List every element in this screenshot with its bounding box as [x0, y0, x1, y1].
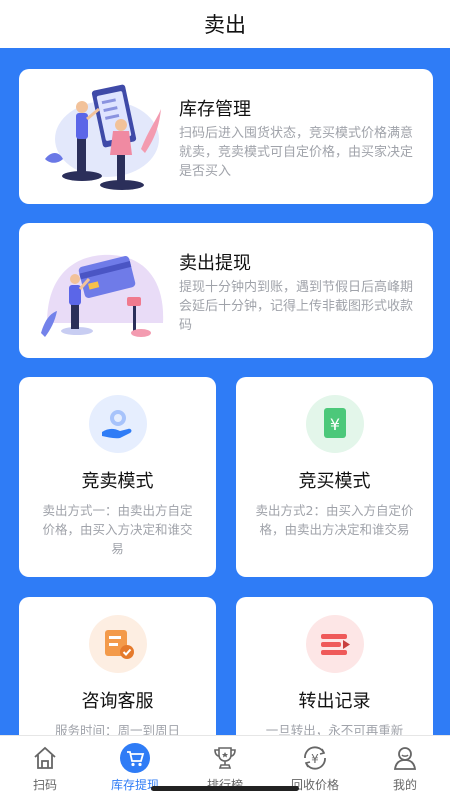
withdraw-card[interactable]: 卖出提现 提现十分钟内到账，遇到节假日后高峰期会延后十分钟，记得上传非截图形式收…	[19, 223, 433, 358]
yen-recycle-icon: ¥	[299, 742, 331, 774]
tab-label: 回收价格	[290, 778, 339, 792]
inventory-title: 库存管理	[179, 99, 251, 120]
auction-sell-title: 竞卖模式	[81, 471, 154, 492]
auction-buy-title: 竞买模式	[298, 471, 371, 492]
transfer-record-description: 一旦转出，永不可再重新	[265, 723, 404, 735]
auction-sell-description: 卖出方式一：由卖出方自定价格，由买入方决定和谁交易	[42, 503, 193, 556]
user-icon	[389, 742, 421, 774]
auction-buy-card[interactable]: ¥ 竞买模式 卖出方式2：由买入方自定价格，由卖出方决定和谁交易	[236, 377, 433, 577]
auction-buy-description: 卖出方式2：由买入方自定价格，由卖出方决定和谁交易	[255, 503, 414, 537]
customer-service-description: 服务时间：周一到周日	[54, 723, 180, 735]
withdraw-title: 卖出提现	[179, 253, 251, 274]
hand-coin-icon	[89, 395, 147, 453]
tab-mine[interactable]: 我的	[360, 736, 450, 794]
trophy-icon	[209, 742, 241, 774]
customer-service-card[interactable]: 咨询客服 服务时间：周一到周日	[19, 597, 216, 735]
home-icon	[29, 742, 61, 774]
main-content: 库存管理 扫码后进入囤货状态，竞买模式价格满意就卖，竞卖模式可自定价格，由买家决…	[0, 48, 450, 735]
cart-icon	[119, 742, 151, 774]
transfer-record-title: 转出记录	[298, 691, 371, 712]
inventory-illustration	[45, 84, 161, 190]
withdraw-illustration	[41, 254, 164, 337]
top-bar: 卖出	[0, 0, 450, 48]
inventory-card[interactable]: 库存管理 扫码后进入囤货状态，竞买模式价格满意就卖，竞卖模式可自定价格，由买家决…	[19, 69, 433, 204]
customer-service-title: 咨询客服	[81, 691, 154, 712]
tab-label: 扫码	[32, 778, 57, 792]
tab-scan[interactable]: 扫码	[0, 736, 90, 794]
tab-label: 我的	[392, 778, 417, 792]
withdraw-description: 提现十分钟内到账，遇到节假日后高峰期会延后十分钟，记得上传非截图形式收款码	[179, 280, 414, 333]
service-document-icon	[89, 615, 147, 673]
transfer-record-card[interactable]: 转出记录 一旦转出，永不可再重新	[236, 597, 433, 735]
auction-sell-card[interactable]: 竞卖模式 卖出方式一：由卖出方自定价格，由买入方决定和谁交易	[19, 377, 216, 577]
home-indicator	[151, 786, 299, 791]
page-title: 卖出	[204, 13, 246, 37]
yen-document-icon: ¥	[306, 395, 364, 453]
svg-text:¥: ¥	[311, 752, 319, 766]
transfer-list-icon	[306, 615, 364, 673]
svg-text:¥: ¥	[330, 415, 340, 434]
inventory-description: 扫码后进入囤货状态，竞买模式价格满意就卖，竞卖模式可自定价格，由买家决定是否买入	[179, 126, 414, 179]
